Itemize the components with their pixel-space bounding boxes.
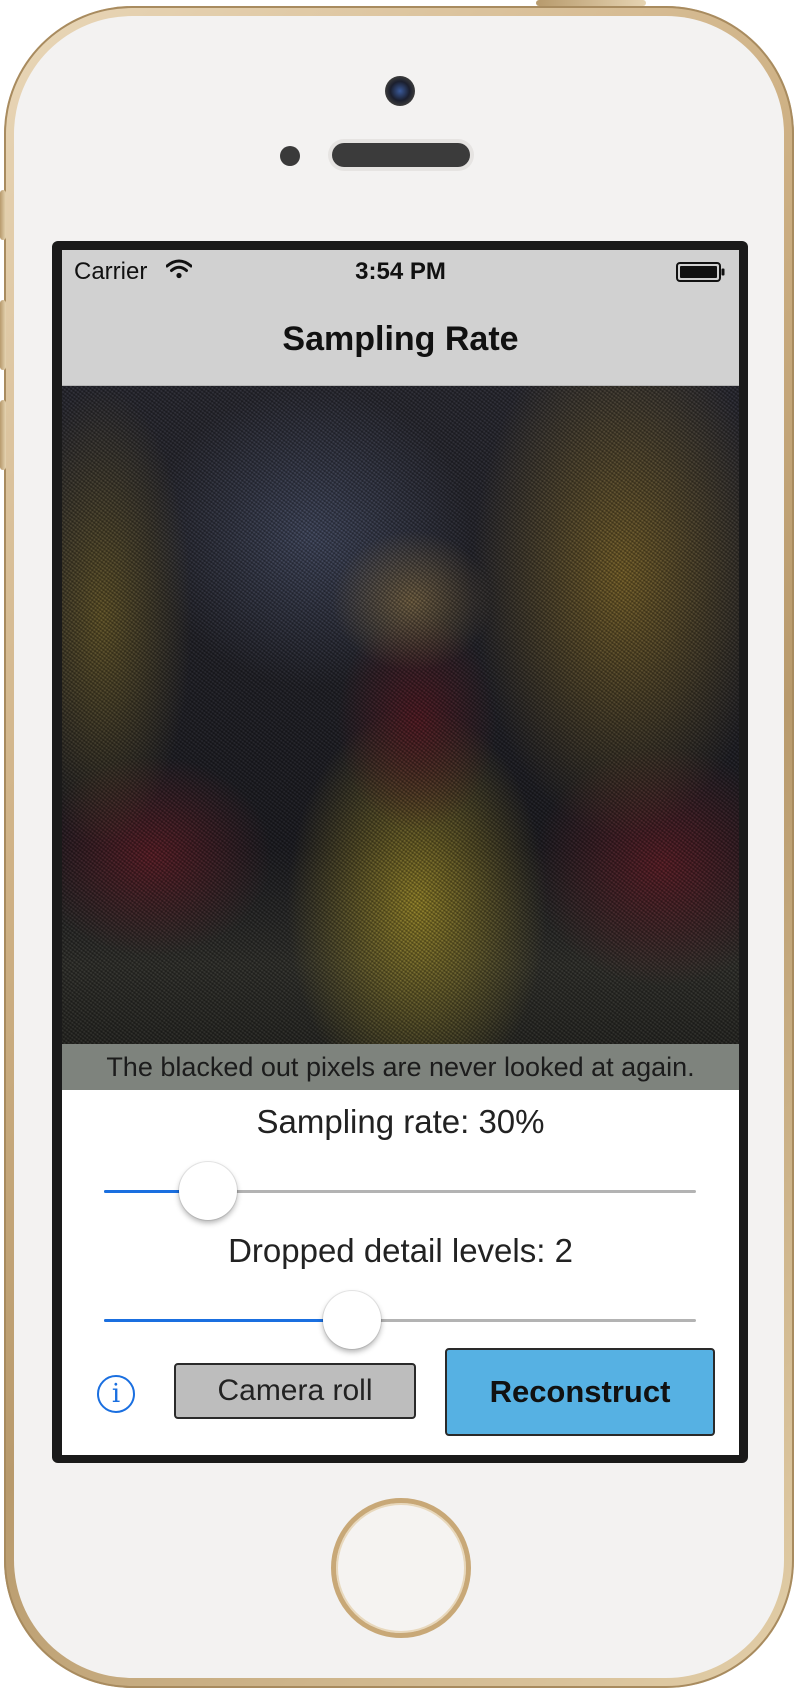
sampling-rate-slider[interactable]	[104, 1162, 696, 1222]
app-screen: Carrier 3:54 PM Sampling Rate The blacke…	[62, 250, 739, 1455]
camera-roll-button[interactable]: Camera roll	[174, 1363, 416, 1419]
silent-switch	[0, 190, 6, 240]
sampling-rate-label: Sampling rate: 30%	[256, 1103, 545, 1140]
status-time: 3:54 PM	[355, 258, 446, 285]
navigation-bar: Sampling Rate	[62, 292, 739, 386]
front-camera-icon	[385, 76, 415, 106]
slider-fill	[104, 1319, 352, 1322]
dropped-detail-label: Dropped detail levels: 2	[228, 1232, 573, 1269]
reconstruct-button[interactable]: Reconstruct	[445, 1348, 715, 1436]
slider-thumb[interactable]	[322, 1291, 381, 1349]
slider-thumb[interactable]	[178, 1162, 237, 1220]
sampled-photo	[62, 386, 739, 1044]
volume-up-button	[0, 300, 6, 370]
battery-full-icon	[676, 262, 725, 282]
home-button[interactable]	[331, 1498, 471, 1638]
earpiece-speaker	[332, 143, 470, 167]
proximity-sensor	[280, 146, 300, 166]
status-bar: Carrier 3:54 PM	[62, 250, 739, 292]
photo-noise-overlay	[62, 386, 739, 1044]
photo-caption: The blacked out pixels are never looked …	[62, 1044, 739, 1090]
info-icon[interactable]: i	[97, 1375, 135, 1413]
page-title: Sampling Rate	[282, 320, 519, 358]
dropped-detail-slider[interactable]	[104, 1291, 696, 1351]
volume-down-button	[0, 400, 6, 470]
power-button	[536, 0, 646, 6]
